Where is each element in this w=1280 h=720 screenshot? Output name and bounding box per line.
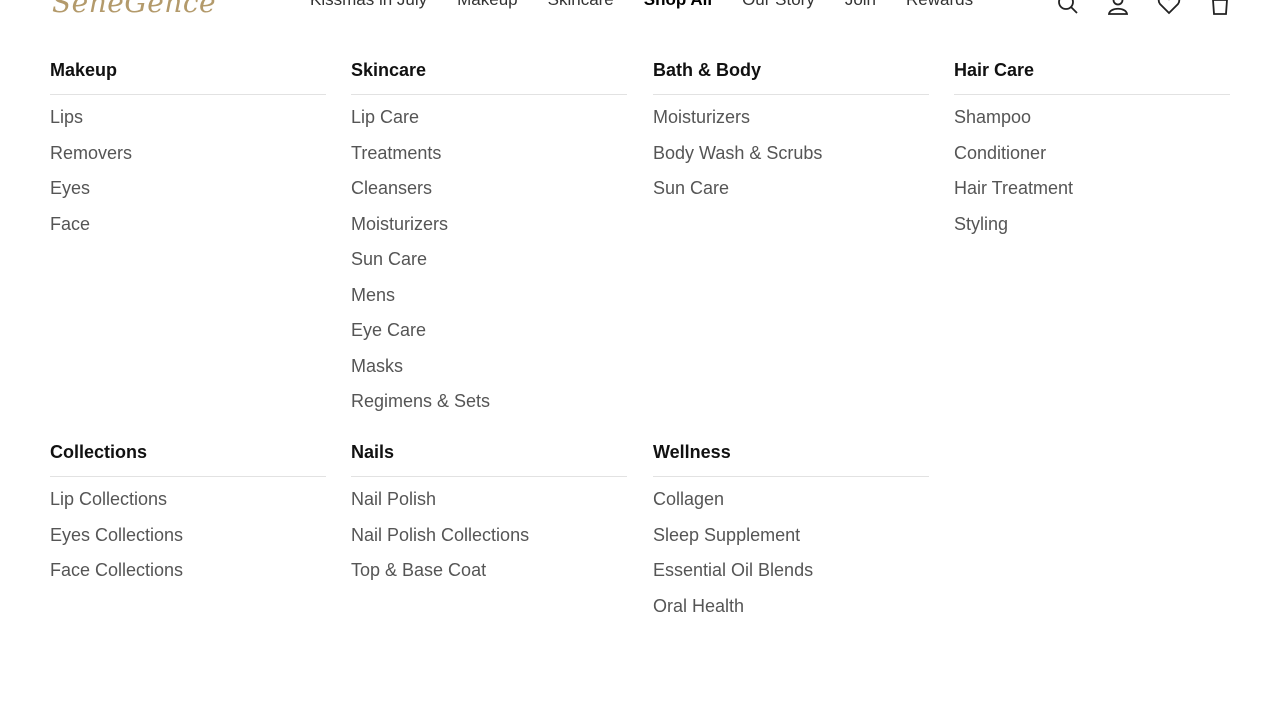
menu-link[interactable]: Eyes xyxy=(50,176,326,212)
nav-item-skincare[interactable]: Skincare xyxy=(548,0,614,10)
menu-link[interactable]: Eye Care xyxy=(351,318,627,354)
main-nav: Kissmas in July Makeup Skincare Shop All… xyxy=(310,0,1003,10)
menu-link[interactable]: Lip Collections xyxy=(50,487,326,523)
heart-icon[interactable] xyxy=(1157,0,1181,16)
menu-link[interactable]: Top & Base Coat xyxy=(351,558,627,594)
menu-link[interactable]: Shampoo xyxy=(954,105,1230,141)
column-title[interactable]: Hair Care xyxy=(954,58,1230,95)
header-icons xyxy=(1056,0,1236,15)
account-icon[interactable] xyxy=(1106,0,1130,16)
menu-column-nails: Nails Nail Polish Nail Polish Collection… xyxy=(351,440,627,594)
nav-item-our-story[interactable]: Our Story xyxy=(742,0,815,10)
column-list: Lips Removers Eyes Face xyxy=(50,105,326,247)
menu-link[interactable]: Collagen xyxy=(653,487,929,523)
nav-item-shop-all[interactable]: Shop All xyxy=(644,0,712,10)
menu-link[interactable]: Sleep Supplement xyxy=(653,523,929,559)
menu-link[interactable]: Nail Polish xyxy=(351,487,627,523)
menu-link[interactable]: Cleansers xyxy=(351,176,627,212)
column-list: Moisturizers Body Wash & Scrubs Sun Care xyxy=(653,105,929,212)
menu-link[interactable]: Styling xyxy=(954,212,1230,248)
nav-item-kissmas-in-july[interactable]: Kissmas in July xyxy=(310,0,427,10)
menu-link[interactable]: Hair Treatment xyxy=(954,176,1230,212)
menu-column-hair-care: Hair Care Shampoo Conditioner Hair Treat… xyxy=(954,58,1230,247)
menu-link[interactable]: Masks xyxy=(351,354,627,390)
column-list: Lip Collections Eyes Collections Face Co… xyxy=(50,487,326,594)
menu-link[interactable]: Regimens & Sets xyxy=(351,389,627,425)
cart-icon[interactable] xyxy=(1208,0,1232,16)
column-list: Nail Polish Nail Polish Collections Top … xyxy=(351,487,627,594)
column-title[interactable]: Bath & Body xyxy=(653,58,929,95)
menu-column-bath-body: Bath & Body Moisturizers Body Wash & Scr… xyxy=(653,58,929,212)
menu-link[interactable]: Lips xyxy=(50,105,326,141)
column-list: Lip Care Treatments Cleansers Moisturize… xyxy=(351,105,627,425)
menu-link[interactable]: Sun Care xyxy=(351,247,627,283)
menu-link[interactable]: Conditioner xyxy=(954,141,1230,177)
column-title[interactable]: Nails xyxy=(351,440,627,477)
menu-column-makeup: Makeup Lips Removers Eyes Face xyxy=(50,58,326,247)
menu-column-collections: Collections Lip Collections Eyes Collect… xyxy=(50,440,326,594)
site-header: SeneGence Kissmas in July Makeup Skincar… xyxy=(0,0,1280,20)
nav-item-rewards[interactable]: Rewards xyxy=(906,0,973,10)
column-list: Collagen Sleep Supplement Essential Oil … xyxy=(653,487,929,629)
menu-link[interactable]: Face Collections xyxy=(50,558,326,594)
nav-item-join[interactable]: Join xyxy=(845,0,876,10)
menu-link[interactable]: Nail Polish Collections xyxy=(351,523,627,559)
column-list: Shampoo Conditioner Hair Treatment Styli… xyxy=(954,105,1230,247)
menu-column-wellness: Wellness Collagen Sleep Supplement Essen… xyxy=(653,440,929,629)
menu-link[interactable]: Moisturizers xyxy=(653,105,929,141)
menu-link[interactable]: Eyes Collections xyxy=(50,523,326,559)
brand-logo[interactable]: SeneGence xyxy=(52,0,216,19)
column-title[interactable]: Collections xyxy=(50,440,326,477)
menu-column-skincare: Skincare Lip Care Treatments Cleansers M… xyxy=(351,58,627,425)
menu-link[interactable]: Mens xyxy=(351,283,627,319)
menu-link[interactable]: Oral Health xyxy=(653,594,929,630)
menu-link[interactable]: Essential Oil Blends xyxy=(653,558,929,594)
column-title[interactable]: Makeup xyxy=(50,58,326,95)
nav-item-makeup[interactable]: Makeup xyxy=(457,0,517,10)
column-title[interactable]: Wellness xyxy=(653,440,929,477)
menu-link[interactable]: Moisturizers xyxy=(351,212,627,248)
menu-link[interactable]: Removers xyxy=(50,141,326,177)
menu-link[interactable]: Treatments xyxy=(351,141,627,177)
column-title[interactable]: Skincare xyxy=(351,58,627,95)
menu-link[interactable]: Face xyxy=(50,212,326,248)
search-icon[interactable] xyxy=(1056,0,1080,16)
menu-link[interactable]: Body Wash & Scrubs xyxy=(653,141,929,177)
menu-link[interactable]: Lip Care xyxy=(351,105,627,141)
menu-link[interactable]: Sun Care xyxy=(653,176,929,212)
